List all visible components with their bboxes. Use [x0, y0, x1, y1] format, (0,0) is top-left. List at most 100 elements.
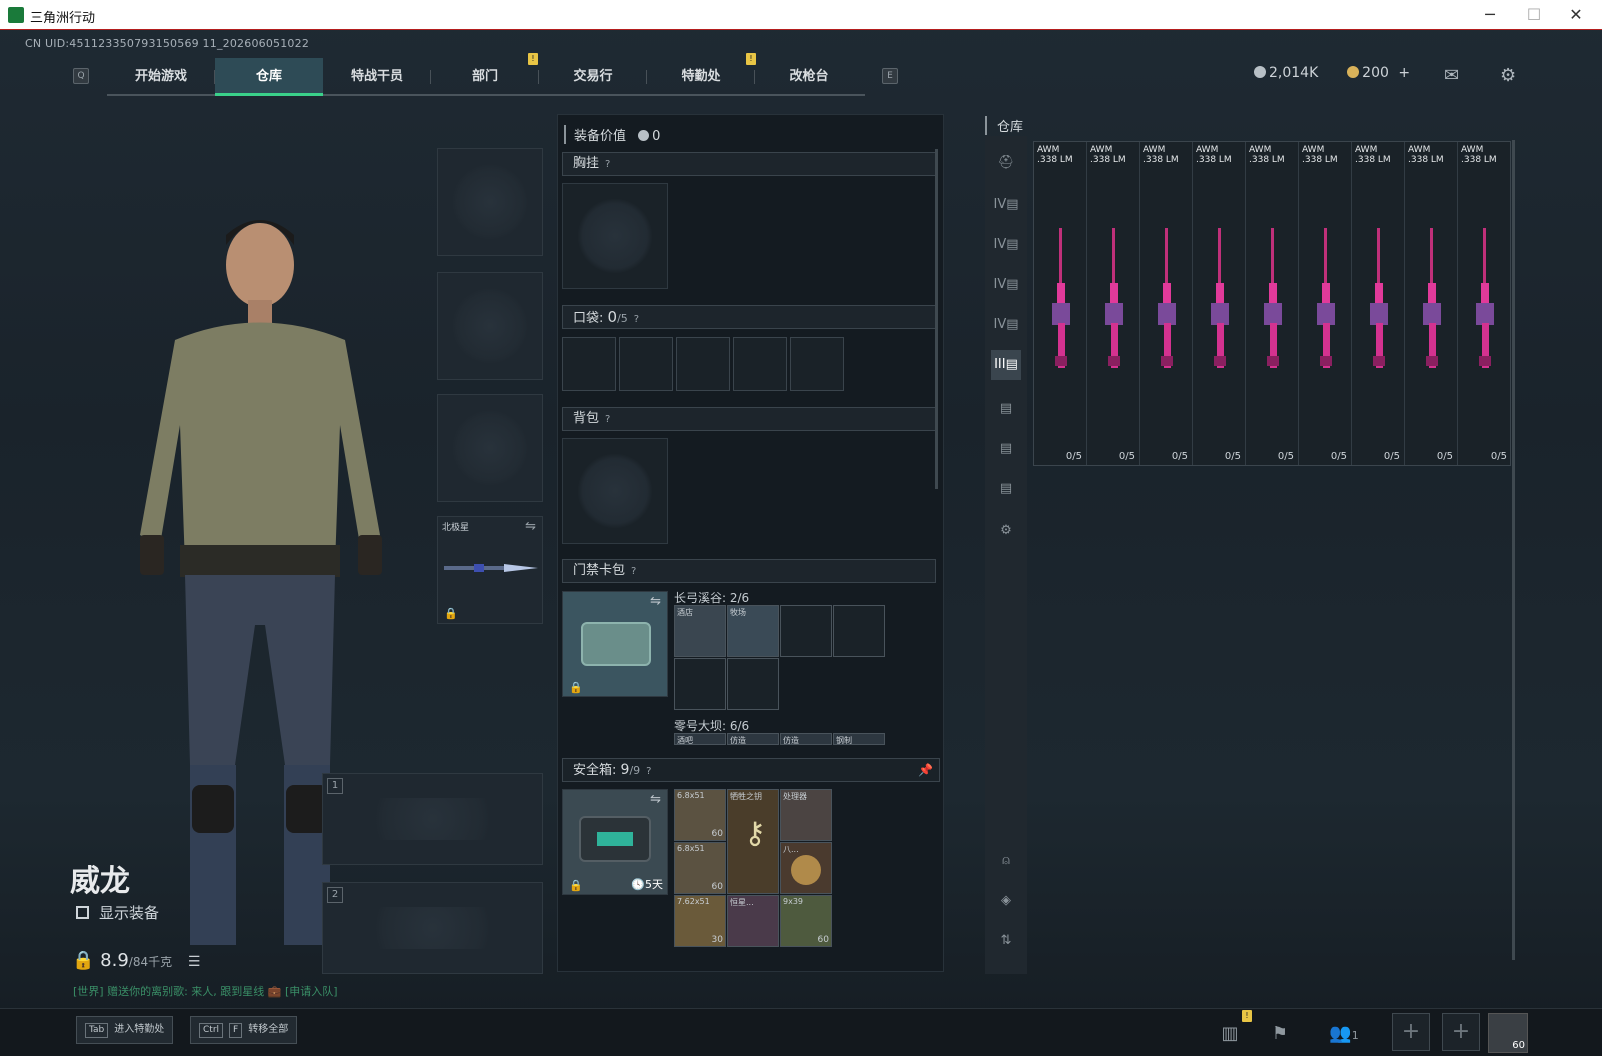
warehouse-item-awm[interactable]: AWM .338 LM 0/5	[1299, 142, 1352, 465]
sort-icon[interactable]: ⇅	[991, 926, 1021, 956]
chest-rig-slot[interactable]	[562, 183, 668, 289]
gun-name: AWM	[1302, 145, 1325, 155]
keycard-empty-slot[interactable]	[727, 658, 779, 710]
tier-iv-icon[interactable]: IV▤	[991, 270, 1021, 300]
pin-icon[interactable]: 📌	[918, 759, 933, 781]
layers-icon[interactable]: ◈	[991, 886, 1021, 916]
help-icon[interactable]: ?	[605, 409, 610, 431]
key-hint: F	[229, 1023, 243, 1038]
panel-scrollbar[interactable]	[935, 149, 938, 489]
minimize-button[interactable]: ─	[1470, 4, 1510, 26]
keycard-case-header: 门禁卡包?	[562, 559, 936, 583]
pocket-slot[interactable]	[562, 337, 616, 391]
safebox-item[interactable]: 7.62x51 30	[674, 895, 726, 947]
list-icon[interactable]: ☰	[188, 954, 201, 970]
warehouse-item-awm[interactable]: AWM .338 LM 0/5	[1246, 142, 1299, 465]
warehouse-item-awm[interactable]: AWM .338 LM 0/5	[1352, 142, 1405, 465]
warehouse-item-awm[interactable]: AWM .338 LM 0/5	[1140, 142, 1193, 465]
melee-slot[interactable]: 北极星 ⇋ 🔒	[437, 516, 543, 624]
pocket-slot[interactable]	[619, 337, 673, 391]
armor-slot[interactable]	[437, 272, 543, 380]
keycard-item[interactable]: 酒店	[674, 605, 726, 657]
tier-iii-icon[interactable]: III▤	[991, 350, 1021, 380]
gold-coin-icon	[1347, 66, 1360, 78]
warehouse-title: 仓库	[985, 116, 1023, 135]
swap-icon[interactable]: ⇋	[650, 594, 661, 609]
tab-start-game[interactable]: 开始游戏	[107, 58, 215, 96]
tab-warehouse[interactable]: 仓库	[215, 58, 323, 96]
show-equipment-toggle[interactable]: 显示装备	[76, 902, 159, 923]
flag-icon[interactable]: ⚑	[1264, 1018, 1296, 1050]
warehouse-item-awm[interactable]: AWM .338 LM 0/5	[1405, 142, 1458, 465]
settings-gear-icon[interactable]: ⚙	[1500, 65, 1516, 86]
keycard-item[interactable]: 仿造	[727, 733, 779, 745]
tier-iv-icon[interactable]: IV▤	[991, 230, 1021, 260]
warehouse-item-awm[interactable]: AWM .338 LM 0/5	[1193, 142, 1246, 465]
swap-icon[interactable]: ⇋	[650, 792, 661, 807]
tab-gunsmith[interactable]: 改枪台	[755, 58, 863, 96]
tab-operators[interactable]: 特战干员	[323, 58, 431, 96]
gun-caliber: .338 LM	[1090, 155, 1126, 165]
stats-icon[interactable]: ▥	[1214, 1018, 1246, 1050]
sniper-rifle-icon	[1052, 228, 1070, 368]
safebox-item[interactable]: 处理器	[780, 789, 832, 841]
world-chat-line[interactable]: [世界] 赠送你的离别歌: 来人, 跟到星线 💼 [申请入队]	[73, 983, 338, 999]
nav-key-left[interactable]: Q	[73, 68, 89, 84]
operator-icon[interactable]: ⍝	[991, 846, 1021, 876]
pocket-slot[interactable]	[790, 337, 844, 391]
tab-department[interactable]: 部门	[431, 58, 539, 96]
primary-weapon-slot[interactable]: 1	[322, 773, 543, 865]
pocket-slot[interactable]	[676, 337, 730, 391]
keycard-item[interactable]: 牧场	[727, 605, 779, 657]
backpack-slot[interactable]	[562, 438, 668, 544]
tab-trading[interactable]: 交易行	[539, 58, 647, 96]
checkbox-icon[interactable]	[76, 906, 89, 919]
player-avatar[interactable]: 60	[1488, 1013, 1528, 1053]
maximize-button[interactable]: ☐	[1514, 4, 1554, 26]
tier-iii-icon[interactable]: ▤	[991, 394, 1021, 424]
safebox-slot[interactable]: ⇋ 🔒 🕓5天	[562, 789, 668, 895]
nav-key-right[interactable]: E	[882, 68, 898, 84]
warehouse-item-awm[interactable]: AWM .338 LM 0/5	[1034, 142, 1087, 465]
invite-slot-button[interactable]: +	[1442, 1013, 1480, 1051]
tier-iii-icon[interactable]: ▤	[991, 474, 1021, 504]
warehouse-item-awm[interactable]: AWM .338 LM 0/5	[1087, 142, 1140, 465]
pistol-slot[interactable]	[437, 394, 543, 502]
mail-icon[interactable]: ✉	[1444, 65, 1459, 86]
help-icon[interactable]: ?	[605, 154, 610, 176]
tier-iii-icon[interactable]: ▤	[991, 434, 1021, 464]
safebox-item[interactable]: 牺牲之钥 ⚷	[727, 789, 779, 894]
swap-icon[interactable]: ⇋	[525, 519, 536, 534]
keycard-empty-slot[interactable]	[780, 605, 832, 657]
close-button[interactable]: ✕	[1556, 4, 1596, 26]
pocket-slot[interactable]	[733, 337, 787, 391]
warehouse-scrollbar[interactable]	[1512, 140, 1515, 960]
tier-iv-icon[interactable]: IV▤	[991, 310, 1021, 340]
secondary-weapon-slot[interactable]: 2	[322, 882, 543, 974]
help-icon[interactable]: ?	[634, 309, 639, 331]
add-currency-button[interactable]: +	[1398, 65, 1410, 81]
helmet-icon[interactable]: ⛑	[991, 148, 1021, 178]
keycard-item[interactable]: 钢制	[833, 733, 885, 745]
keycard-empty-slot[interactable]	[833, 605, 885, 657]
safebox-item[interactable]: 9x39 60	[780, 895, 832, 947]
help-icon[interactable]: ?	[631, 561, 636, 583]
tab-special-ops[interactable]: 特勤处	[647, 58, 755, 96]
team-button[interactable]: 👥1	[1322, 1018, 1366, 1050]
transfer-all-button[interactable]: Ctrl F 转移全部	[190, 1016, 298, 1044]
gear-icon[interactable]: ⚙	[991, 516, 1021, 546]
keycard-item[interactable]: 酒吧	[674, 733, 726, 745]
keycard-item[interactable]: 仿造	[780, 733, 832, 745]
warehouse-item-awm[interactable]: AWM .338 LM 0/5	[1458, 142, 1511, 465]
safebox-item[interactable]: 6.8x51 60	[674, 842, 726, 894]
safebox-item[interactable]: 恒星...	[727, 895, 779, 947]
tier-iv-icon[interactable]: IV▤	[991, 190, 1021, 220]
safebox-item[interactable]: 6.8x51 60	[674, 789, 726, 841]
invite-slot-button[interactable]: +	[1392, 1013, 1430, 1051]
keycard-empty-slot[interactable]	[674, 658, 726, 710]
keycard-case-slot[interactable]: ⇋ 🔒	[562, 591, 668, 697]
safebox-item[interactable]: 八...	[780, 842, 832, 894]
helmet-slot[interactable]	[437, 148, 543, 256]
help-icon[interactable]: ?	[646, 761, 651, 783]
enter-special-ops-button[interactable]: Tab 进入特勤处	[76, 1016, 174, 1044]
